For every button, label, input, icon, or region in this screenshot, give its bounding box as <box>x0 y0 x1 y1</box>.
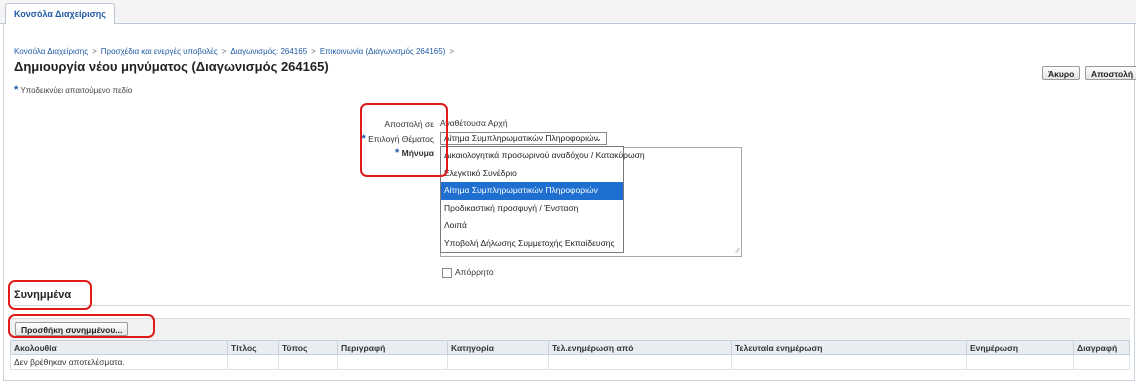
table-row: Δεν βρέθηκαν αποτελέσματα. <box>10 354 1130 370</box>
column-header-delete[interactable]: Διαγραφή <box>1073 340 1130 355</box>
attachments-toolbar <box>10 318 1130 341</box>
send-button[interactable]: Αποστολή <box>1085 66 1136 80</box>
topic-option[interactable]: Λοιπά <box>441 217 623 235</box>
confidential-checkbox[interactable] <box>442 268 452 278</box>
confidential-label: Απόρρητο <box>455 267 494 277</box>
page-title: Δημιουργία νέου μηνύματος (Διαγωνισμός 2… <box>14 59 329 74</box>
attachments-table: Ακολουθία Τίτλος Τύπος Περιγραφή Κατηγορ… <box>10 340 1130 370</box>
column-header-type[interactable]: Τύπος <box>278 340 338 355</box>
column-header-description[interactable]: Περιγραφή <box>337 340 448 355</box>
topic-dropdown-list: Δικαιολογητικά προσωρινού αναδόχου / Κατ… <box>440 146 645 253</box>
topic-option-selected[interactable]: Αίτημα Συμπληρωματικών Πληροφοριών <box>441 182 623 200</box>
column-header-sequence[interactable]: Ακολουθία <box>10 340 228 355</box>
topic-select-value: Αίτημα Συμπληρωματικών Πληροφοριών <box>444 133 598 143</box>
breadcrumb-link-drafts[interactable]: Προσχέδια και ενεργές υποβολές <box>101 47 218 56</box>
column-header-updated-by[interactable]: Τελ.ενημέρωση από <box>548 340 732 355</box>
breadcrumb-link-console[interactable]: Κονσόλα Διαχείρισης <box>14 47 88 56</box>
column-header-last-updated[interactable]: Τελευταία ενημέρωση <box>731 340 967 355</box>
table-header-row: Ακολουθία Τίτλος Τύπος Περιγραφή Κατηγορ… <box>10 340 1130 355</box>
annotation-highlight-add-button <box>8 314 155 338</box>
required-marker: * <box>14 84 19 96</box>
topic-option[interactable]: Προδικαστική προσφυγή / Ένσταση <box>441 200 623 218</box>
chevron-down-icon: ⌄ <box>595 134 602 143</box>
column-header-category[interactable]: Κατηγορία <box>447 340 549 355</box>
resize-handle-icon[interactable]: ∕∕ <box>737 248 739 255</box>
cancel-button[interactable]: Άκυρο <box>1042 66 1081 80</box>
topic-option[interactable]: Υποβολή Δήλωσης Συμμετοχής Εκπαίδευσης <box>441 235 623 253</box>
breadcrumb-link-tender[interactable]: Διαγωνισμός: 264165 <box>230 47 307 56</box>
section-divider <box>14 305 1130 306</box>
topic-option[interactable]: Δικαιολογητικά προσωρινού αναδόχου / Κατ… <box>441 147 645 165</box>
send-to-value: Αναθέτουσα Αρχή <box>440 118 508 128</box>
annotation-highlight-form-labels <box>360 103 448 177</box>
empty-results-message: Δεν βρέθηκαν αποτελέσματα. <box>10 354 228 370</box>
topic-option[interactable]: Ελεγκτικό Συνέδριο <box>441 165 623 183</box>
topic-select[interactable]: Αίτημα Συμπληρωματικών Πληροφοριών ⌄ <box>440 132 607 145</box>
breadcrumb-separator: > <box>221 47 227 56</box>
column-header-title[interactable]: Τίτλος <box>227 340 279 355</box>
tab-bar: Κονσόλα Διαχείρισης <box>0 0 1136 24</box>
annotation-highlight-attachments <box>8 280 92 310</box>
breadcrumb-separator: > <box>311 47 316 56</box>
column-header-update[interactable]: Ενημέρωση <box>966 340 1074 355</box>
required-note-text: Υποδεικνύει απαιτούμενο πεδίο <box>20 86 133 95</box>
required-field-note: * Υποδεικνύει απαιτούμενο πεδίο <box>14 84 132 96</box>
tab-admin-console[interactable]: Κονσόλα Διαχείρισης <box>5 3 115 24</box>
breadcrumb-separator: > <box>92 47 97 56</box>
breadcrumb-link-communication[interactable]: Επικοινωνία (Διαγωνισμός 264165) <box>320 47 446 56</box>
breadcrumb: Κονσόλα Διαχείρισης > Προσχέδια και ενεργέ… <box>14 47 458 56</box>
breadcrumb-separator: > <box>449 47 454 56</box>
